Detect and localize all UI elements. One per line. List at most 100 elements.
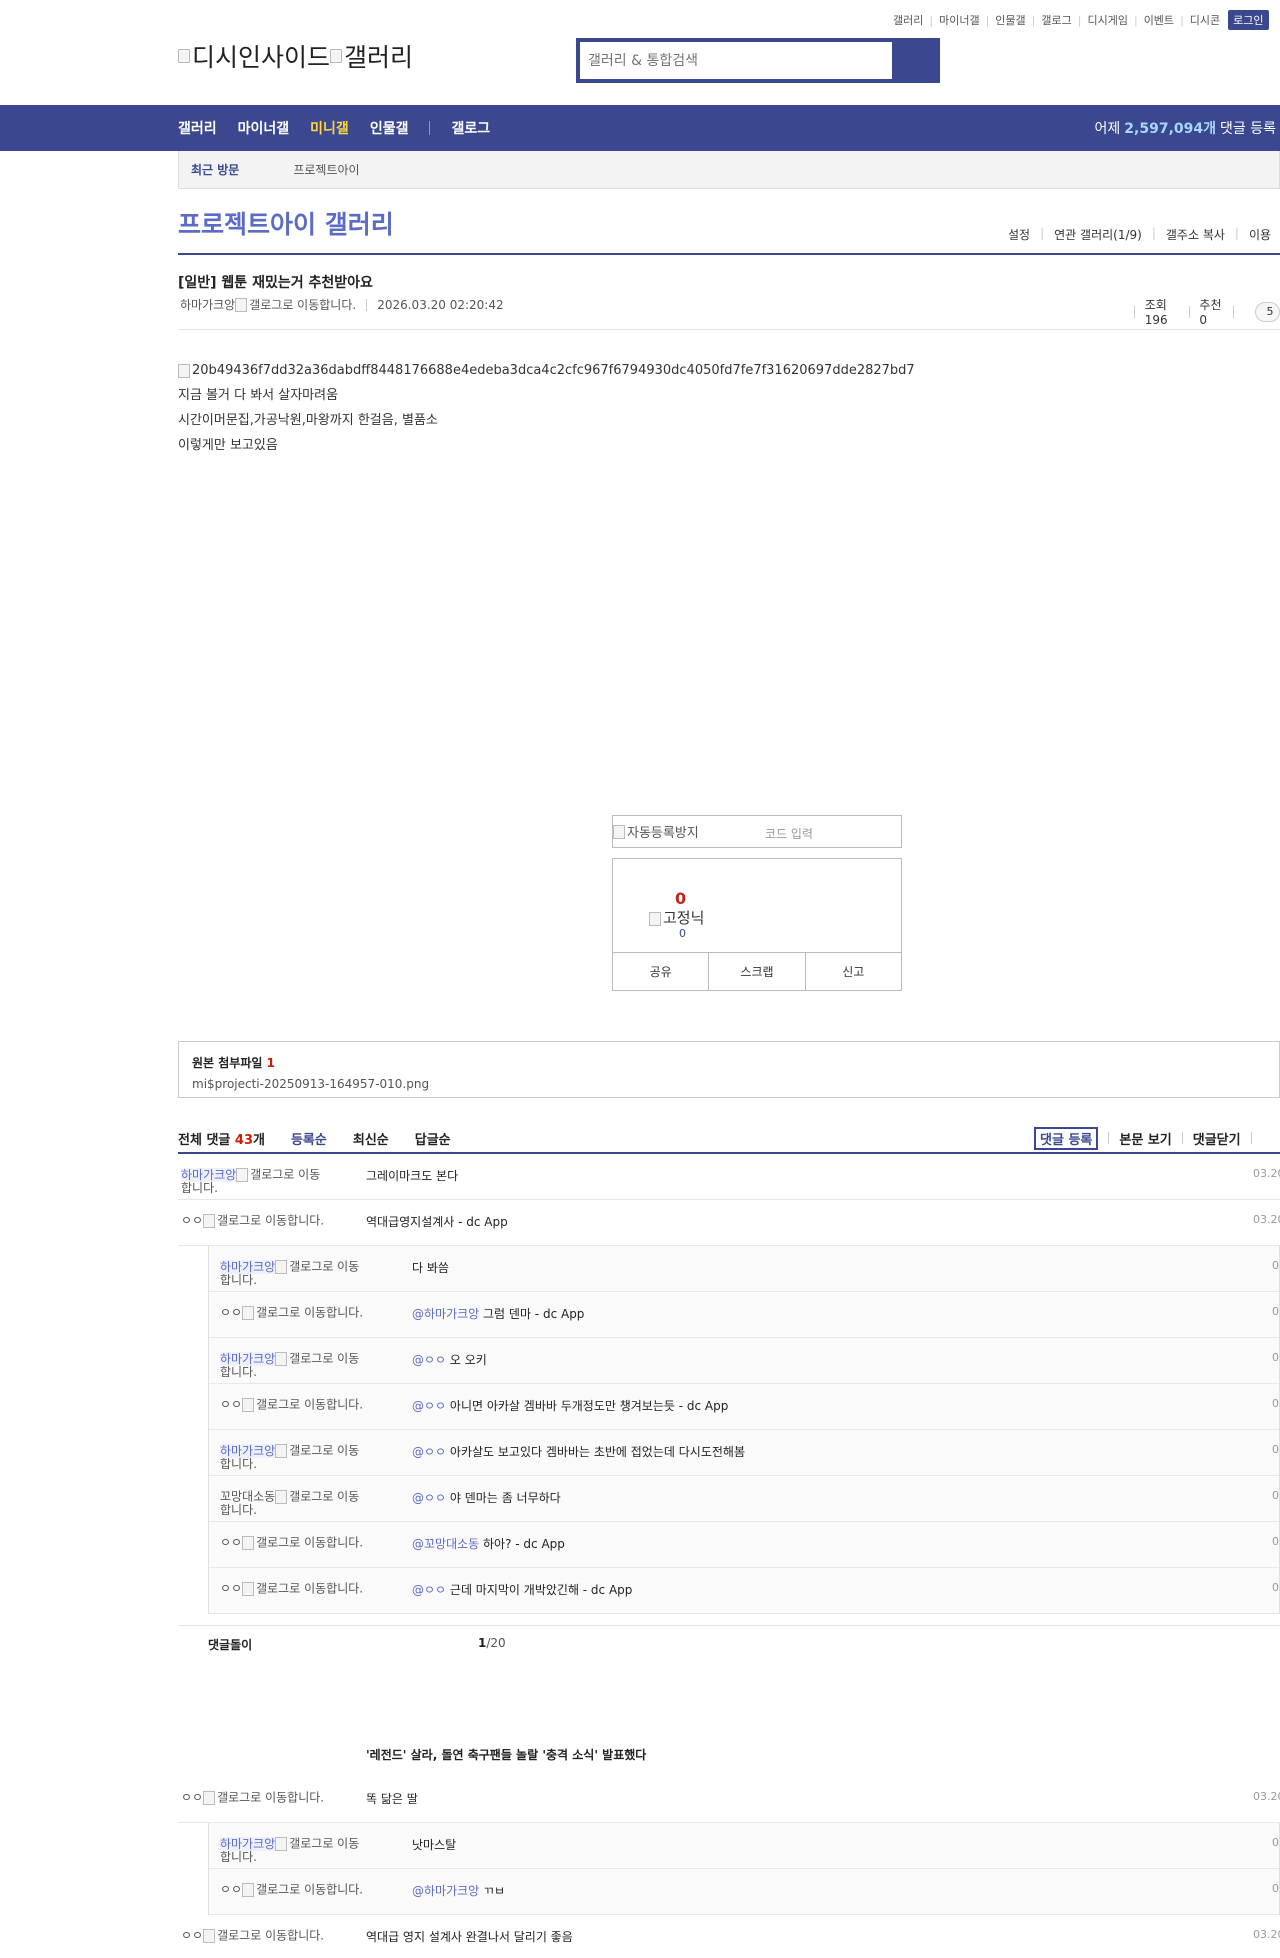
gallog-icon[interactable] — [275, 1444, 288, 1458]
comment-nick[interactable]: ㅇㅇ 갤로그로 이동합니다. — [220, 1582, 370, 1596]
related-gallery-link[interactable]: 연관 갤러리(1/9) — [1054, 226, 1142, 243]
logo-text: 디시인사이드 — [192, 43, 331, 72]
gallog-icon[interactable] — [275, 1837, 288, 1851]
gallog-icon[interactable] — [242, 1306, 255, 1320]
gallog-icon[interactable] — [275, 1352, 288, 1366]
gallog-icon[interactable] — [275, 1490, 288, 1504]
gallog-icon[interactable] — [235, 297, 248, 312]
nav-minor-gallery[interactable]: 마이너갤 — [238, 118, 290, 138]
mention[interactable]: @ㅇㅇ — [412, 1583, 446, 1597]
divider — [178, 1625, 1280, 1626]
comment-author[interactable]: ㅇㅇ — [220, 1536, 242, 1550]
view-body-button[interactable]: 본문 보기 — [1119, 1129, 1171, 1148]
comment-author[interactable]: ㅇㅇ — [220, 1398, 242, 1412]
gallog-icon[interactable] — [203, 1791, 216, 1805]
comment-author[interactable]: ㅇㅇ — [181, 1791, 203, 1805]
nav-mini-gallery[interactable]: 미니갤 — [310, 118, 349, 138]
post-author[interactable]: 하마가크앙 — [180, 296, 235, 313]
comment-list: 하마가크앙갤로그로 이동합니다.그레이마크도 본다03.20ㅇㅇ갤로그로 이동합… — [178, 1154, 1280, 1614]
comment-nick[interactable]: ㅇㅇ 갤로그로 이동합니다. — [181, 1929, 331, 1943]
comment-author[interactable]: 하마가크앙 — [220, 1351, 276, 1366]
util-link-gallery[interactable]: 갤러리 — [893, 12, 923, 28]
comment-author[interactable]: 하마가크앙 — [220, 1836, 276, 1851]
settings-link[interactable]: 설정 — [1008, 226, 1030, 243]
recent-visit-item[interactable]: 프로젝트아이 — [293, 161, 359, 178]
gallery-title[interactable]: 프로젝트아이 갤러리 — [178, 205, 394, 241]
comment-nick[interactable]: ㅇㅇ 갤로그로 이동합니다. — [220, 1883, 370, 1897]
gallog-icon[interactable] — [203, 1929, 216, 1943]
search-input[interactable] — [580, 42, 892, 79]
comment-author[interactable]: 하마가크앙 — [220, 1443, 276, 1458]
comment-nick[interactable]: 하마가크앙 갤로그로 이동합니다. — [220, 1351, 370, 1378]
post-body: 20b49436f7dd32a36dabdff8448176688e4edeba… — [178, 358, 915, 458]
pager-numbers[interactable]: 1/20 — [478, 1636, 506, 1650]
util-link-event[interactable]: 이벤트 — [1144, 12, 1174, 28]
comment-nick[interactable]: ㅇㅇ 갤로그로 이동합니다. — [220, 1306, 370, 1320]
sort-latest[interactable]: 최신순 — [353, 1129, 389, 1148]
nav-person-gallery[interactable]: 인물갤 — [370, 118, 409, 138]
comment-body: 근데 마지막이 개박았긴해 - dc App — [446, 1583, 633, 1597]
gallog-icon[interactable] — [242, 1536, 255, 1550]
mention[interactable]: @하마가크앙 — [412, 1307, 479, 1321]
report-button[interactable]: 신고 — [806, 953, 901, 990]
comment-author[interactable]: ㅇㅇ — [220, 1883, 242, 1897]
mention[interactable]: @ㅇㅇ — [412, 1353, 446, 1367]
comment-author[interactable]: 꼬망대소동 — [220, 1490, 275, 1504]
gallog-icon[interactable] — [242, 1398, 255, 1412]
comment-nick[interactable]: 하마가크앙 갤로그로 이동합니다. — [181, 1167, 331, 1194]
comment-nick[interactable]: ㅇㅇ 갤로그로 이동합니다. — [181, 1791, 331, 1805]
util-link-gallog[interactable]: 갤로그 — [1041, 12, 1071, 28]
sort-replies[interactable]: 답글순 — [415, 1129, 451, 1148]
comment-nick[interactable]: ㅇㅇ 갤로그로 이동합니다. — [220, 1536, 370, 1550]
sort-registered[interactable]: 등록순 — [291, 1129, 327, 1148]
gallog-icon[interactable] — [242, 1582, 255, 1596]
site-logo[interactable]: 디시인사이드 갤러리 — [178, 38, 413, 74]
gallog-icon[interactable] — [203, 1214, 216, 1228]
nav-gallery[interactable]: 갤러리 — [178, 118, 217, 138]
gallog-icon[interactable] — [236, 1168, 249, 1182]
comment-nick[interactable]: ㅇㅇ 갤로그로 이동합니다. — [181, 1214, 331, 1228]
captcha-input[interactable]: 코드 입력 — [765, 825, 813, 842]
comment-nick[interactable]: ㅇㅇ 갤로그로 이동합니다. — [220, 1398, 370, 1412]
util-link-game[interactable]: 디시게임 — [1087, 12, 1127, 28]
util-link-minor[interactable]: 마이너갤 — [939, 12, 979, 28]
comment-author[interactable]: 하마가크앙 — [220, 1259, 276, 1274]
top-utility-bar: 갤러리 | 마이너갤 | 인물갤 | 갤로그 | 디시게임 | 이벤트 | 디시콘 로그인 — [893, 10, 1269, 30]
gallog-icon[interactable] — [242, 1883, 255, 1897]
mention[interactable]: @ㅇㅇ — [412, 1445, 446, 1459]
mention[interactable]: @ㅇㅇ — [412, 1491, 446, 1505]
mention[interactable]: @꼬망대소동 — [412, 1537, 479, 1551]
mention[interactable]: @하마가크앙 — [412, 1884, 479, 1898]
copy-address-link[interactable]: 갤주소 복사 — [1166, 226, 1225, 243]
comment-text: 똑 닮은 딸 — [366, 1790, 418, 1807]
comment-author[interactable]: 하마가크앙 — [181, 1167, 237, 1182]
nav-gallog[interactable]: 갤로그 — [451, 118, 490, 138]
usage-link[interactable]: 이용 — [1249, 226, 1271, 243]
attachment-file-link[interactable]: mi$projecti-20250913-164957-010.png — [192, 1077, 1266, 1091]
gallog-icon[interactable] — [275, 1260, 288, 1274]
comment-register-button[interactable]: 댓글 등록 — [1034, 1126, 1099, 1150]
comment-author[interactable]: ㅇㅇ — [181, 1929, 203, 1943]
share-button[interactable]: 공유 — [613, 953, 710, 990]
comment-nick[interactable]: 하마가크앙 갤로그로 이동합니다. — [220, 1259, 370, 1286]
util-link-person[interactable]: 인물갤 — [995, 12, 1025, 28]
comment-date: 03.20 — [1253, 1790, 1280, 1803]
comment-author[interactable]: ㅇㅇ — [181, 1214, 203, 1228]
comment-count-button[interactable]: 5 — [1255, 301, 1280, 322]
close-comments-button[interactable]: 댓글닫기 — [1193, 1129, 1241, 1148]
comment-author[interactable]: ㅇㅇ — [220, 1306, 242, 1320]
search-button[interactable] — [892, 42, 936, 79]
comment-nick[interactable]: 하마가크앙 갤로그로 이동합니다. — [220, 1836, 370, 1863]
comment-text: 그레이마크도 본다 — [366, 1167, 458, 1184]
mention[interactable]: @ㅇㅇ — [412, 1399, 446, 1413]
util-link-dccon[interactable]: 디시콘 — [1190, 12, 1220, 28]
comment-author[interactable]: ㅇㅇ — [220, 1582, 242, 1596]
comment-nick[interactable]: 하마가크앙 갤로그로 이동합니다. — [220, 1443, 370, 1470]
news-headline[interactable]: '레전드' 살라, 돌연 축구팬들 놀랄 '충격 소식' 발표했다 — [366, 1746, 646, 1763]
attachment-box: 원본 첨부파일 1 mi$projecti-20250913-164957-01… — [178, 1041, 1280, 1098]
fixed-nick-recommend[interactable]: 고정닉 — [649, 907, 704, 928]
scrap-button[interactable]: 스크랩 — [709, 953, 806, 990]
login-button[interactable]: 로그인 — [1228, 10, 1269, 30]
comment-body: 오 오키 — [446, 1353, 487, 1367]
comment-nick[interactable]: 꼬망대소동 갤로그로 이동합니다. — [220, 1490, 370, 1516]
